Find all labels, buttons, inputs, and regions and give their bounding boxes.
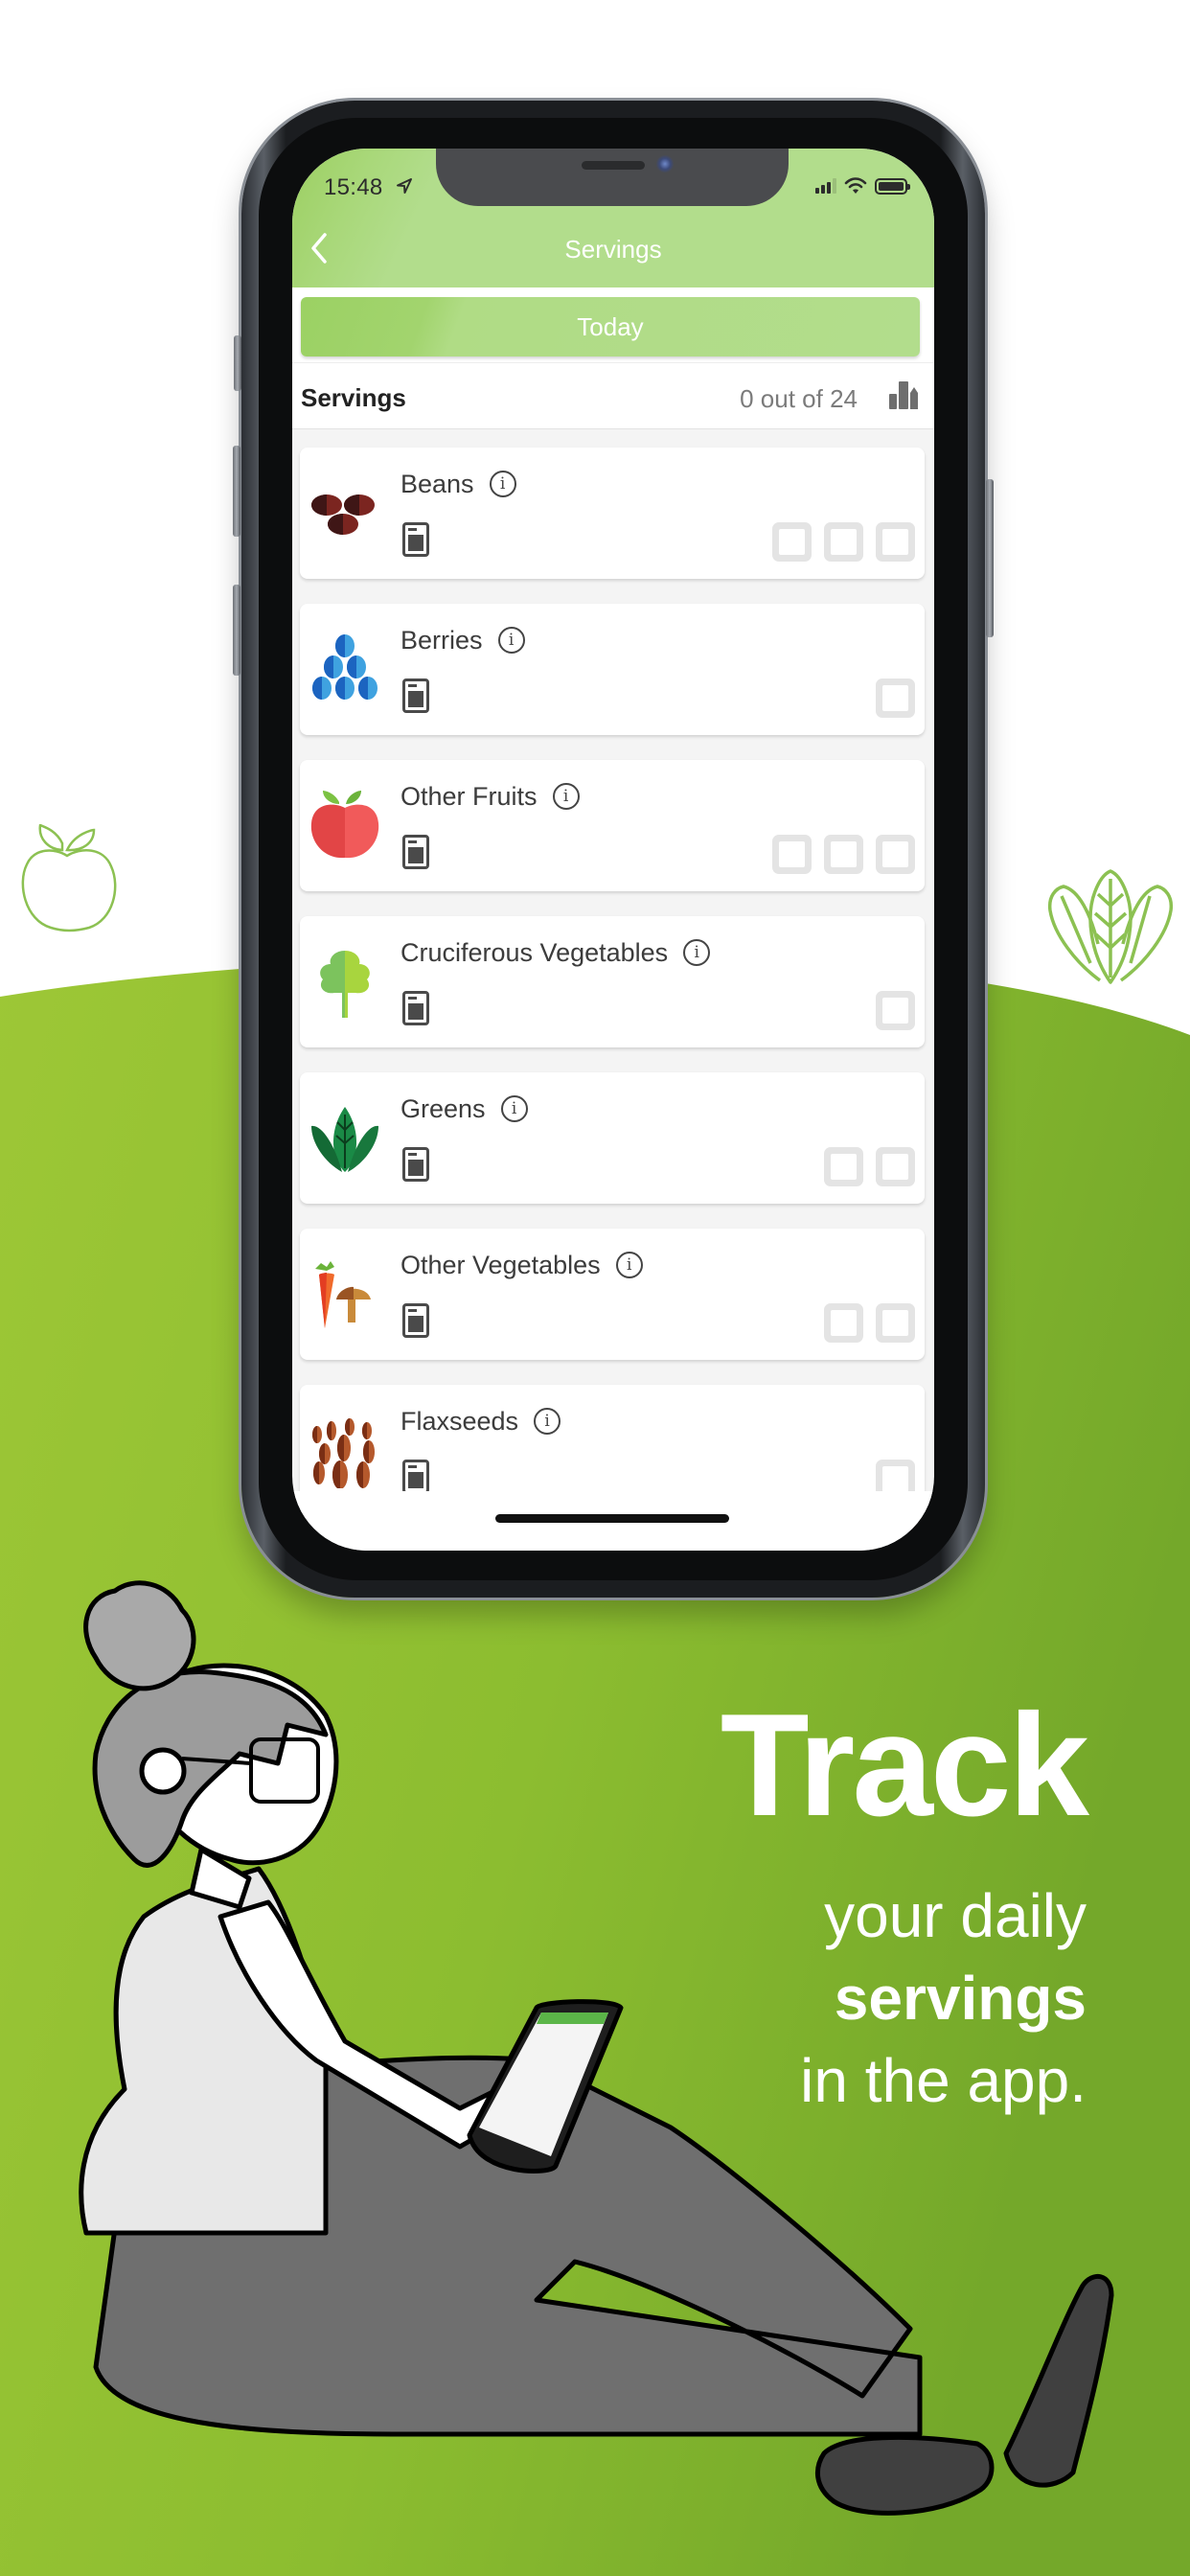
summary-label: Servings [301,383,406,412]
serving-log-icon[interactable] [402,1460,429,1494]
woman-with-phone-illustration [79,1580,1114,2516]
servings-summary: Servings 0 out of 24 [292,362,934,429]
serving-checkbox[interactable] [772,522,812,562]
info-icon[interactable]: i [500,1094,528,1122]
serving-checkbox[interactable] [824,835,863,874]
location-arrow-icon [397,178,412,194]
volume-up-button [233,446,240,537]
volume-down-button [233,585,240,676]
serving-log-icon[interactable] [402,678,429,713]
date-selector: Today [292,288,934,362]
category-label: Other Fruits [400,782,538,811]
serving-checkboxes [824,1303,915,1343]
beans-icon [308,476,382,551]
category-card: Beans i [300,448,925,579]
category-label: Beans [400,470,474,498]
servings-count: 0 out of 24 [740,384,858,413]
app-screen: 15:48 Servings Today Servings 0 out of 2… [292,149,934,1551]
category-name: Other Fruits i [400,782,580,812]
serving-checkboxes [876,678,915,718]
today-button[interactable]: Today [301,297,920,356]
category-label: Other Vegetables [400,1251,601,1279]
speaker-grille [582,161,645,170]
category-card: Cruciferous Vegetables i [300,916,925,1047]
serving-checkbox[interactable] [876,991,915,1030]
leafy-greens-icon [308,1101,382,1176]
cellular-signal-icon [815,178,836,194]
info-icon[interactable]: i [534,1407,561,1435]
broccoli-icon [308,945,382,1020]
category-name: Berries i [400,626,525,656]
category-name: Cruciferous Vegetables i [400,938,711,968]
category-name: Beans i [400,470,516,499]
status-time: 15:48 [324,174,383,200]
serving-checkbox[interactable] [824,522,863,562]
serving-checkboxes [876,991,915,1030]
flaxseeds-icon [308,1414,382,1489]
bar-chart-icon[interactable] [888,380,919,410]
category-name: Flaxseeds i [400,1407,561,1437]
battery-icon [875,177,910,195]
info-icon[interactable]: i [489,470,516,497]
category-card: Greens i [300,1072,925,1204]
status-icons [815,177,910,195]
carrot-mushroom-icon [308,1257,382,1332]
mute-switch [234,335,241,391]
serving-log-icon[interactable] [402,835,429,869]
greens-outline-icon [1047,869,1174,984]
home-indicator-area [292,1491,934,1551]
serving-checkboxes [772,835,915,874]
category-label: Cruciferous Vegetables [400,938,669,967]
navigation-bar: 15:48 Servings [292,149,934,288]
wifi-icon [844,177,867,194]
category-label: Berries [400,626,483,655]
serving-checkbox[interactable] [772,835,812,874]
info-icon[interactable]: i [683,938,711,966]
category-card: Other Vegetables i [300,1229,925,1360]
serving-log-icon[interactable] [402,991,429,1025]
serving-checkbox[interactable] [876,1303,915,1343]
info-icon[interactable]: i [497,626,525,654]
serving-checkbox[interactable] [876,835,915,874]
serving-log-icon[interactable] [402,1303,429,1338]
category-card: Berries i [300,604,925,735]
home-indicator[interactable] [495,1514,729,1523]
serving-checkbox[interactable] [876,522,915,562]
serving-log-icon[interactable] [402,522,429,557]
serving-checkbox[interactable] [876,1147,915,1186]
apple-icon [308,789,382,863]
serving-checkbox[interactable] [824,1147,863,1186]
serving-log-icon[interactable] [402,1147,429,1182]
category-name: Greens i [400,1094,528,1124]
serving-checkbox[interactable] [876,678,915,718]
info-icon[interactable]: i [552,782,580,810]
berries-icon [308,632,382,707]
category-label: Flaxseeds [400,1407,519,1436]
page-title: Servings [564,235,662,264]
info-icon[interactable]: i [615,1251,643,1278]
apple-outline-icon [21,824,117,932]
category-card: Other Fruits i [300,760,925,891]
serving-checkbox[interactable] [824,1303,863,1343]
serving-checkboxes [824,1147,915,1186]
serving-checkboxes [772,522,915,562]
front-camera [656,155,674,172]
power-button [986,479,994,637]
category-name: Other Vegetables i [400,1251,643,1280]
notch [436,149,789,206]
category-label: Greens [400,1094,486,1123]
